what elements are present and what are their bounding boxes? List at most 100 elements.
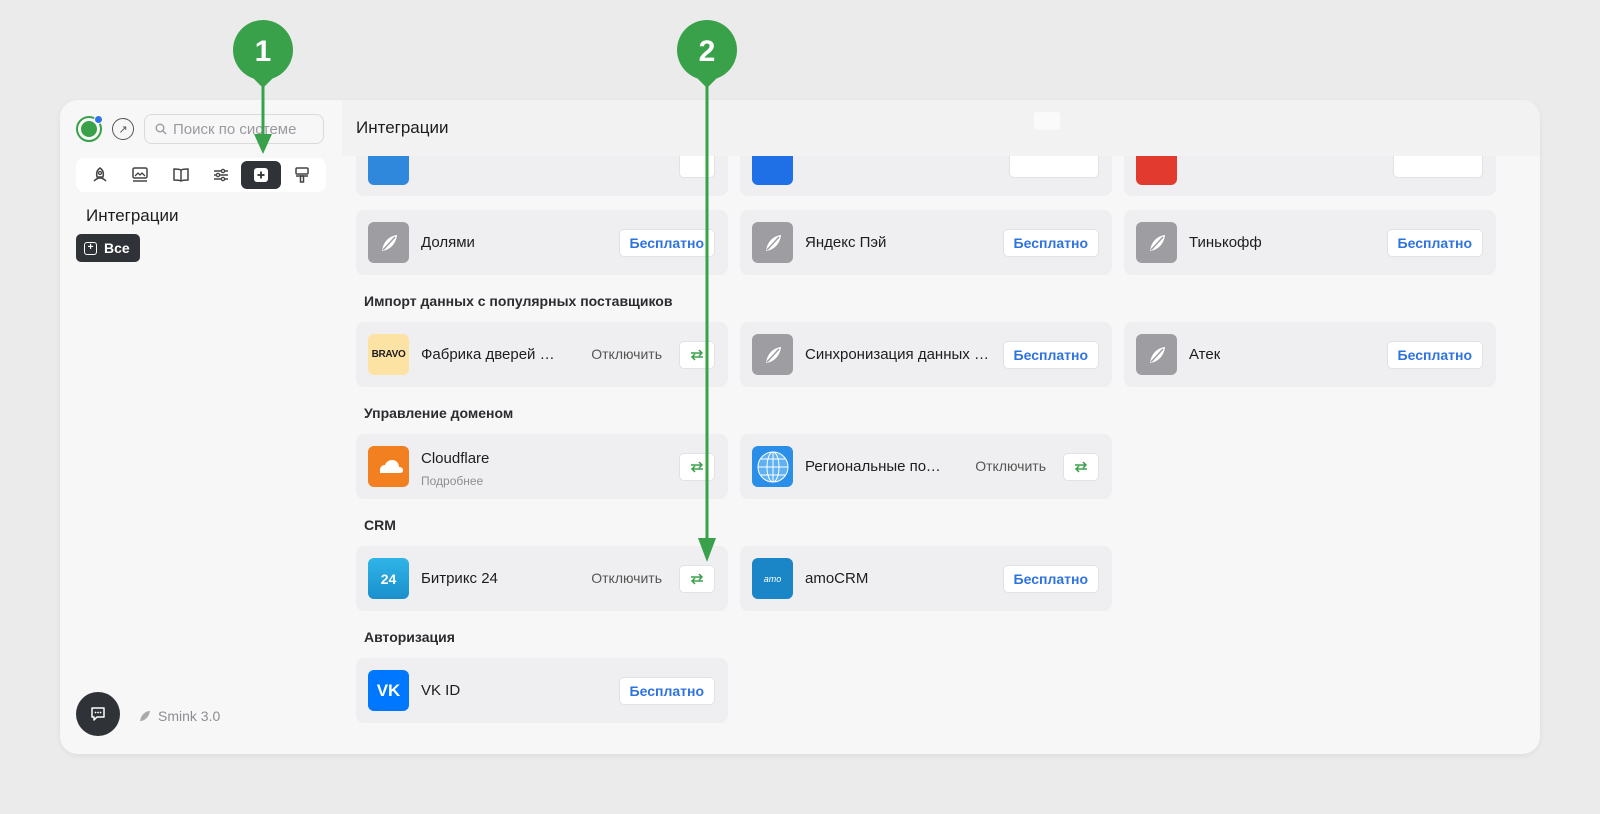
card-title: Долями <box>421 234 475 251</box>
settings-button[interactable] <box>679 565 715 593</box>
header-placeholder <box>1034 112 1060 130</box>
sidebar: ↗ Интегра <box>60 100 342 754</box>
filter-all-button[interactable]: + Все <box>76 234 140 262</box>
page-title: Интеграции <box>356 118 449 137</box>
connect-free-button[interactable]: Бесплатно <box>1002 565 1099 593</box>
smink-leaf-icon <box>368 222 409 263</box>
brand-version: Smink 3.0 <box>138 708 220 724</box>
partial-icon-blue <box>368 156 409 185</box>
sliders-icon <box>214 168 229 182</box>
card-more-link[interactable]: Подробнее <box>421 474 483 488</box>
app-logo[interactable] <box>76 115 103 142</box>
smink-leaf-icon <box>1136 222 1177 263</box>
partial-button[interactable] <box>1393 156 1483 178</box>
toolbar-brush-button[interactable] <box>282 161 322 189</box>
partial-button[interactable] <box>1009 156 1099 178</box>
main-panel: Интеграции Долями Бесплатно Яндекс Пэй Б… <box>342 100 1540 754</box>
arrows-swap-icon <box>690 461 704 473</box>
card-title: Яндекс Пэй <box>805 234 887 251</box>
card-amocrm: amo amoCRM Бесплатно <box>740 546 1112 611</box>
marker-1-pin-tail <box>251 76 275 88</box>
arrows-swap-icon <box>690 573 704 585</box>
disable-button[interactable]: Отключить <box>591 570 662 586</box>
card-title: VK ID <box>421 682 461 699</box>
card-partial-2 <box>740 156 1112 196</box>
section-title-import: Импорт данных с популярных поставщиков <box>364 293 673 309</box>
connect-free-button[interactable]: Бесплатно <box>618 677 715 705</box>
search-input[interactable] <box>173 120 313 138</box>
toolbar-settings-button[interactable] <box>201 161 241 189</box>
card-title: Cloudflare <box>421 450 490 467</box>
card-cloudflare: Cloudflare Подробнее <box>356 434 728 499</box>
card-bravo: BRAVO Фабрика дверей — BRAVO Отключить <box>356 322 728 387</box>
settings-button[interactable] <box>679 341 715 369</box>
partial-button[interactable] <box>679 156 715 178</box>
image-icon <box>132 167 149 182</box>
cloudflare-logo-icon <box>368 446 409 487</box>
globe-icon <box>752 446 793 487</box>
open-site-icon[interactable]: ↗ <box>112 118 134 140</box>
card-title: Тинькофф <box>1189 234 1262 251</box>
connect-free-button[interactable]: Бесплатно <box>1002 229 1099 257</box>
toolbar-rocket-button[interactable] <box>80 161 120 189</box>
section-title-auth: Авторизация <box>364 629 455 645</box>
bravo-logo-icon: BRAVO <box>368 334 409 375</box>
marker-1-circle <box>233 20 293 80</box>
smink-leaf-icon <box>752 334 793 375</box>
bitrix24-logo-icon: 24 <box>368 558 409 599</box>
main-header: Интеграции <box>342 100 1540 156</box>
arrows-swap-icon <box>690 349 704 361</box>
chat-icon <box>91 707 105 721</box>
card-title: Фабрика дверей — BRAVO <box>421 346 561 363</box>
disable-button[interactable]: Отключить <box>975 458 1046 474</box>
card-yandex-pay: Яндекс Пэй Бесплатно <box>740 210 1112 275</box>
partial-icon-blue-dark <box>752 156 793 185</box>
card-tinkoff: Тинькофф Бесплатно <box>1124 210 1496 275</box>
card-sync: Синхронизация данных товаров Бесплатно <box>740 322 1112 387</box>
marker-1-label: 1 <box>255 35 272 68</box>
smink-leaf-icon <box>752 222 793 263</box>
connect-free-button[interactable]: Бесплатно <box>618 229 715 257</box>
settings-button[interactable] <box>679 453 715 481</box>
marker-2-pin-tail <box>695 76 719 88</box>
card-title: Синхронизация данных товаров <box>805 346 989 363</box>
marker-2-circle <box>677 20 737 80</box>
card-dolyami: Долями Бесплатно <box>356 210 728 275</box>
connect-free-button[interactable]: Бесплатно <box>1386 341 1483 369</box>
vk-logo-icon: VK <box>368 670 409 711</box>
connect-free-button[interactable]: Бесплатно <box>1002 341 1099 369</box>
card-title: Атек <box>1189 346 1221 363</box>
smink-leaf-icon <box>1136 334 1177 375</box>
paint-brush-icon <box>295 167 309 183</box>
filter-all-label: Все <box>104 240 130 256</box>
toolbar-media-button[interactable] <box>120 161 160 189</box>
card-partial-3 <box>1124 156 1496 196</box>
support-chat-button[interactable] <box>76 692 120 736</box>
settings-button[interactable] <box>1063 453 1099 481</box>
amocrm-logo-icon: amo <box>752 558 793 599</box>
disable-button[interactable]: Отключить <box>591 346 662 362</box>
search-box[interactable] <box>144 114 324 144</box>
section-title-domain: Управление доменом <box>364 405 514 421</box>
toolbar-integrations-button[interactable] <box>241 161 282 189</box>
section-title-crm: CRM <box>364 517 396 533</box>
card-title: Региональные поддомены <box>805 458 945 475</box>
search-icon <box>155 123 167 135</box>
connect-free-button[interactable]: Бесплатно <box>1386 229 1483 257</box>
user-avatar-icon <box>81 121 97 137</box>
partial-icon-red <box>1136 156 1177 185</box>
card-atek: Атек Бесплатно <box>1124 322 1496 387</box>
sidebar-title: Интеграции <box>86 206 179 225</box>
rocket-icon <box>93 167 107 182</box>
book-icon <box>173 168 189 182</box>
section-toolbar <box>76 158 326 192</box>
toolbar-book-button[interactable] <box>161 161 201 189</box>
card-vkid: VK VK ID Бесплатно <box>356 658 728 723</box>
app-window: ↗ Интегра <box>60 100 1540 754</box>
plus-square-icon <box>254 168 269 182</box>
brand-label: Smink 3.0 <box>158 708 221 724</box>
brand-leaf-icon <box>140 711 150 721</box>
notification-dot <box>94 115 103 124</box>
card-bitrix: 24 Битрикс 24 Отключить <box>356 546 728 611</box>
arrows-swap-icon <box>1074 461 1088 473</box>
